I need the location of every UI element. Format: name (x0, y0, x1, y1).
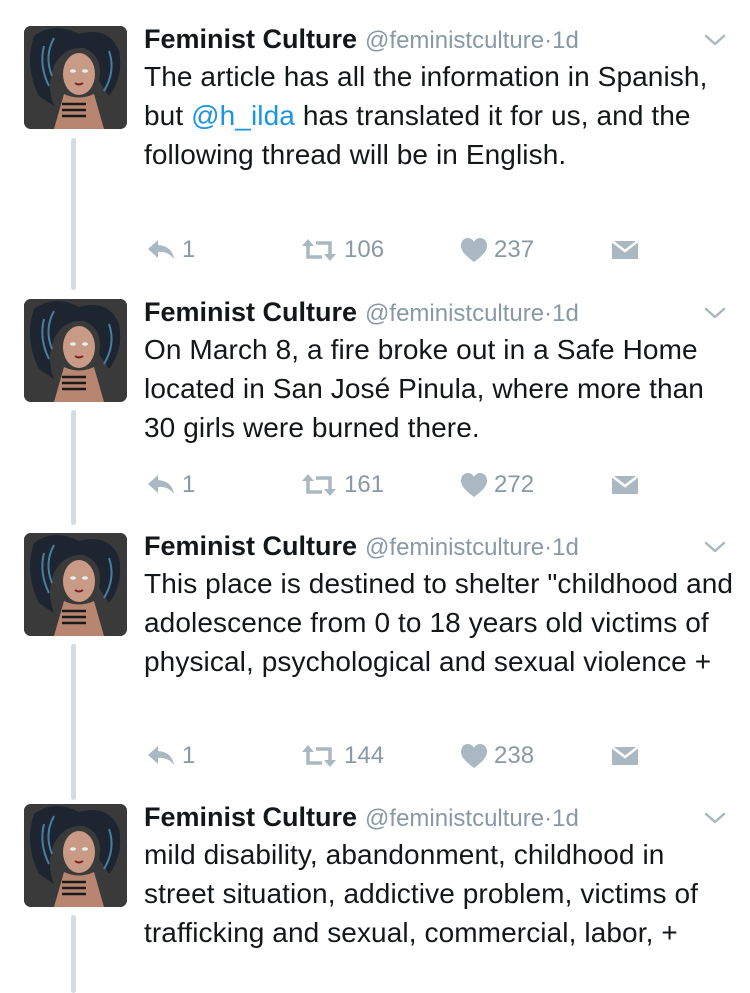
tweet-header: Feminist Culture @feministculture·1d (144, 295, 579, 329)
author-name[interactable]: Feminist Culture (144, 297, 357, 327)
reply-button[interactable]: 1 (146, 233, 195, 267)
tweet-1[interactable]: Feminist Culture @feministculture·1d The … (0, 0, 750, 290)
retweet-icon (302, 474, 336, 496)
direct-message-icon (611, 240, 639, 259)
author-avatar[interactable] (24, 26, 127, 129)
tweet-text: On March 8, a fire broke out in a Safe H… (144, 334, 704, 443)
reply-icon (148, 746, 174, 765)
chevron-down-icon[interactable] (702, 539, 728, 555)
tweet-header: Feminist Culture @feministculture·1d (144, 529, 579, 563)
direct-message-icon (611, 746, 639, 765)
like-count: 237 (494, 236, 535, 263)
direct-message-button[interactable] (610, 233, 640, 267)
heart-icon (460, 473, 488, 497)
thread-connector (71, 915, 76, 993)
tweet-header: Feminist Culture @feministculture·1d (144, 800, 579, 834)
separator-dot: · (544, 534, 553, 561)
separator-dot: · (544, 300, 553, 327)
chevron-down-icon[interactable] (702, 305, 728, 321)
retweet-count: 161 (344, 471, 385, 498)
retweet-icon (302, 745, 336, 767)
reply-icon (148, 240, 174, 259)
author-handle[interactable]: @feministculture (365, 27, 544, 54)
reply-count: 1 (182, 742, 196, 769)
reply-icon (148, 475, 174, 494)
tweet-actions: 1 144 238 (144, 739, 664, 773)
timestamp[interactable]: 1d (552, 27, 579, 54)
tweet-3[interactable]: Feminist Culture @feministculture·1d This… (0, 507, 750, 800)
timestamp[interactable]: 1d (552, 300, 579, 327)
tweet-text: This place is destined to shelter "child… (144, 568, 734, 677)
retweet-count: 144 (344, 742, 385, 769)
separator-dot: · (544, 805, 553, 832)
reply-button[interactable]: 1 (146, 739, 195, 773)
heart-icon (460, 744, 488, 768)
author-handle[interactable]: @feministculture (365, 534, 544, 561)
tweet-actions: 1 161 272 (144, 468, 664, 502)
author-avatar[interactable] (24, 299, 127, 402)
tweet-header: Feminist Culture @feministculture·1d (144, 22, 579, 56)
like-count: 238 (494, 742, 535, 769)
mention-link[interactable]: @h_ilda (191, 100, 295, 131)
retweet-button[interactable]: 144 (300, 739, 384, 773)
author-handle[interactable]: @feministculture (365, 805, 544, 832)
like-button[interactable]: 238 (460, 739, 534, 773)
like-button[interactable]: 237 (460, 233, 534, 267)
author-name[interactable]: Feminist Culture (144, 531, 357, 561)
thread-connector (71, 644, 76, 800)
direct-message-button[interactable] (610, 468, 640, 502)
tweet-text: The article has all the information in S… (144, 57, 734, 174)
tweet-4[interactable]: Feminist Culture @feministculture·1d mild… (0, 778, 750, 993)
retweet-button[interactable]: 106 (300, 233, 384, 267)
tweet-text: mild disability, abandonment, childhood … (144, 839, 699, 948)
thread-connector (71, 138, 76, 290)
like-button[interactable]: 272 (460, 468, 534, 502)
direct-message-icon (611, 475, 639, 494)
retweet-button[interactable]: 161 (300, 468, 384, 502)
direct-message-button[interactable] (610, 739, 640, 773)
author-avatar[interactable] (24, 804, 127, 907)
avatar-illustration (24, 533, 127, 636)
timestamp[interactable]: 1d (552, 805, 579, 832)
heart-icon (460, 238, 488, 262)
tweet-2[interactable]: Feminist Culture @feministculture·1d On M… (0, 273, 750, 525)
reply-count: 1 (182, 471, 196, 498)
avatar-illustration (24, 299, 127, 402)
reply-count: 1 (182, 236, 196, 263)
chevron-down-icon[interactable] (702, 32, 728, 48)
separator-dot: · (544, 27, 553, 54)
retweet-icon (302, 239, 336, 261)
tweet-actions: 1 106 237 (144, 233, 664, 267)
chevron-down-icon[interactable] (702, 810, 728, 826)
avatar-illustration (24, 804, 127, 907)
retweet-count: 106 (344, 236, 385, 263)
avatar-illustration (24, 26, 127, 129)
timestamp[interactable]: 1d (552, 534, 579, 561)
author-name[interactable]: Feminist Culture (144, 24, 357, 54)
author-name[interactable]: Feminist Culture (144, 802, 357, 832)
reply-button[interactable]: 1 (146, 468, 195, 502)
tweet-thread: Feminist Culture @feministculture·1d The … (0, 0, 750, 993)
author-avatar[interactable] (24, 533, 127, 636)
author-handle[interactable]: @feministculture (365, 300, 544, 327)
like-count: 272 (494, 471, 535, 498)
